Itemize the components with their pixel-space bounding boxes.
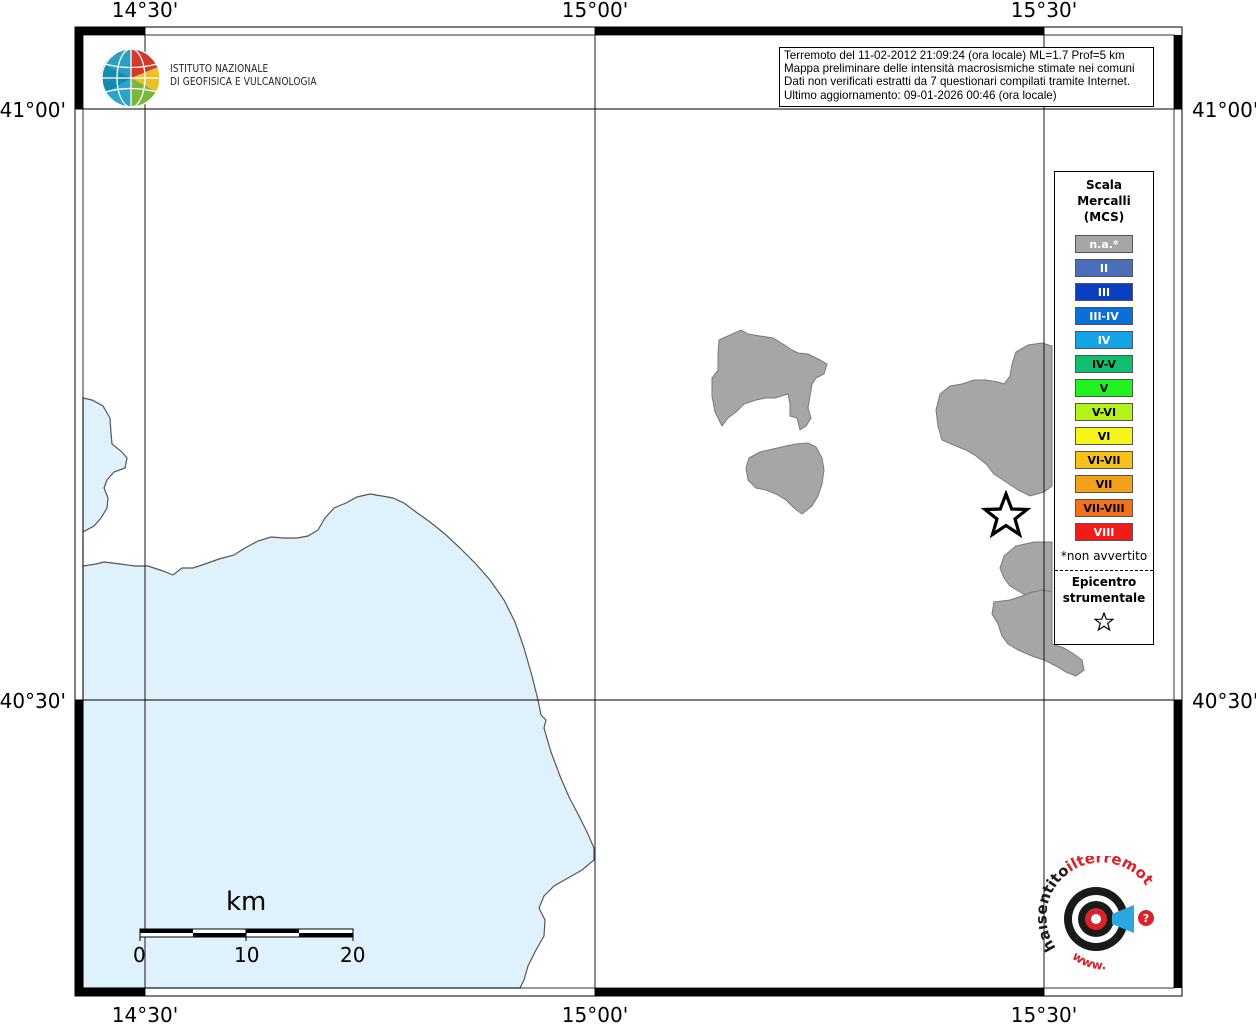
event-info-box: Terremoto del 11-02-2012 21:09:24 (ora l…	[779, 47, 1154, 107]
legend-item: IV	[1075, 331, 1133, 349]
legend-item: n.a.*	[1075, 235, 1133, 253]
right-label-1: 41°00'	[1192, 98, 1256, 122]
legend-item: II	[1075, 259, 1133, 277]
top-label-1: 14°30'	[112, 0, 178, 22]
legend-items: n.a.* II III III-IV IV IV-V V V-VI VI VI-VII VII VI…	[1055, 235, 1153, 541]
legend-title: Scala Mercalli (MCS)	[1055, 177, 1153, 225]
haisentito-logo-icon: ? haisentitoilterremoto.it www.	[1032, 842, 1157, 973]
ingv-logo-line1: ISTITUTO NAZIONALE	[170, 63, 269, 75]
scale-tick-20: 20	[340, 943, 366, 967]
legend-item: VI-VII	[1075, 451, 1133, 469]
legend-item: VII-VIII	[1075, 499, 1133, 517]
legend-item: V-VI	[1075, 403, 1133, 421]
left-label-2: 40°30'	[0, 689, 66, 713]
legend-item: IV-V	[1075, 355, 1133, 373]
top-label-3: 15°30'	[1011, 0, 1077, 22]
event-info-line2: Mappa preliminare delle intensità macros…	[784, 62, 1135, 76]
legend-star-icon	[1055, 611, 1153, 636]
legend-title-line3: (MCS)	[1083, 210, 1125, 224]
haisentito-logo: ? haisentitoilterremoto.it www.	[1032, 842, 1168, 986]
legend-epicenter-line1: Epicentro	[1071, 575, 1137, 589]
legend-item: III-IV	[1075, 307, 1133, 325]
right-label-2: 40°30'	[1192, 689, 1256, 713]
bottom-label-3: 15°30'	[1011, 1003, 1077, 1024]
legend-title-line2: Mercalli	[1077, 194, 1131, 208]
legend-item: III	[1075, 283, 1133, 301]
legend-divider	[1055, 570, 1153, 571]
scale-tick-0: 0	[133, 943, 146, 967]
legend-item: VII	[1075, 475, 1133, 493]
left-label-1: 41°00'	[0, 98, 66, 122]
svg-text:?: ?	[1143, 912, 1149, 925]
bottom-label-1: 14°30'	[112, 1003, 178, 1024]
legend-item: VI	[1075, 427, 1133, 445]
event-info-line1: Terremoto del 11-02-2012 21:09:24 (ora l…	[784, 49, 1125, 62]
legend-note: *non avvertito	[1060, 549, 1148, 563]
legend-epicenter-label: Epicentro strumentale	[1055, 574, 1153, 606]
top-label-2: 15°00'	[562, 0, 628, 22]
legend-title-line1: Scala	[1085, 178, 1123, 192]
legend-item: V	[1075, 379, 1133, 397]
bottom-label-2: 15°00'	[562, 1003, 628, 1024]
ingv-globe-icon	[101, 48, 161, 108]
event-info-line4: Ultimo aggiornamento: 09-01-2026 00:46 (…	[784, 88, 1057, 102]
haisentito-www: www.	[1070, 949, 1106, 973]
mcs-legend: Scala Mercalli (MCS) n.a.* II III III-IV IV I…	[1054, 171, 1154, 645]
scale-unit-label: km	[226, 887, 267, 917]
ingv-logo: ISTITUTO NAZIONALE DI GEOFISICA E VULCAN…	[100, 47, 330, 109]
ingv-logo-line2: DI GEOFISICA E VULCANOLOGIA	[170, 76, 317, 88]
legend-epicenter-line2: strumentale	[1062, 591, 1146, 605]
scale-tick-10: 10	[234, 943, 260, 967]
event-info-line3: Dati non verificati estratti da 7 questi…	[784, 75, 1131, 89]
ingv-logo-text: ISTITUTO NAZIONALE DI GEOFISICA E VULCAN…	[170, 63, 317, 89]
legend-item: VIII	[1075, 523, 1133, 541]
